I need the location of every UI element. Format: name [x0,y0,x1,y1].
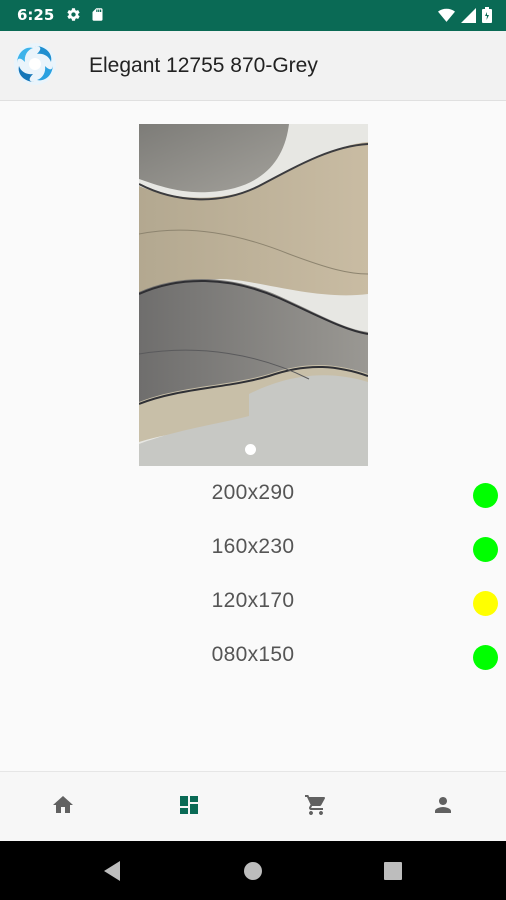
home-icon [51,793,75,821]
size-list: 200x290 160x230 120x170 080x150 [0,468,506,684]
size-label: 200x290 [211,481,295,504]
size-label: 160x230 [211,535,295,558]
product-image-carousel[interactable] [139,124,368,466]
size-row[interactable]: 120x170 [0,576,506,630]
recents-icon[interactable] [381,859,405,883]
sd-card-icon [91,7,104,26]
nav-item-dashboard[interactable] [126,772,252,842]
person-icon [431,793,455,821]
size-row[interactable]: 160x230 [0,522,506,576]
nav-item-profile[interactable] [380,772,506,842]
home-circle-icon[interactable] [241,859,265,883]
status-left-icons [66,7,104,26]
dashboard-icon [177,793,201,821]
size-row[interactable]: 200x290 [0,468,506,522]
battery-icon [482,7,492,27]
bottom-navigation [0,771,506,841]
page-title: Elegant 12755 870-Grey [89,54,318,77]
back-icon[interactable] [100,859,124,883]
system-navigation-bar [0,841,506,900]
status-bar: 6:25 [0,0,506,31]
app-bar: Elegant 12755 870-Grey [0,31,506,101]
nav-item-cart[interactable] [253,772,379,842]
status-time: 6:25 [17,6,55,24]
size-label: 120x170 [211,589,295,612]
availability-indicator [473,537,498,562]
status-right-icons [438,7,492,27]
carousel-indicator-dot[interactable] [245,444,256,455]
cart-icon [304,793,328,821]
rug-product-image [139,124,368,466]
wifi-icon [438,8,455,27]
availability-indicator [473,591,498,616]
size-label: 080x150 [211,643,295,666]
gear-icon [66,7,81,26]
app-logo-icon [13,42,57,86]
nav-item-home[interactable] [0,772,126,842]
availability-indicator [473,483,498,508]
size-row[interactable]: 080x150 [0,630,506,684]
availability-indicator [473,645,498,670]
signal-icon [461,7,476,27]
